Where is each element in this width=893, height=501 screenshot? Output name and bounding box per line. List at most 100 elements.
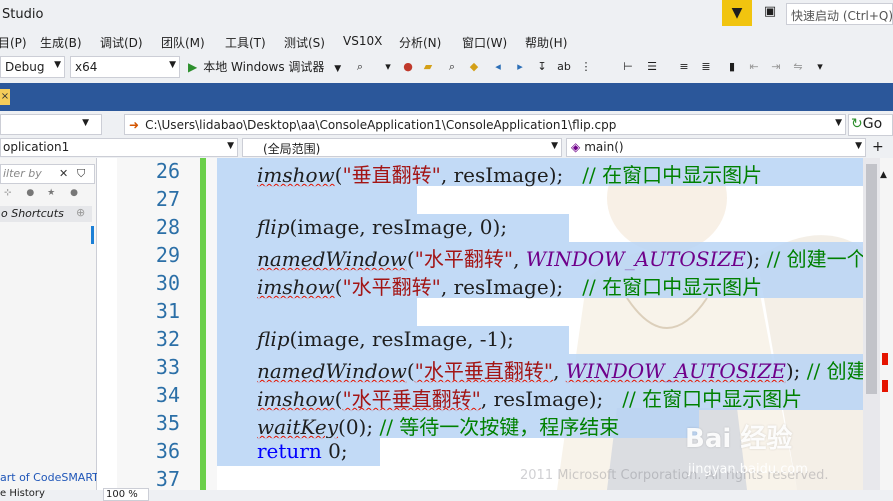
menu-bar: 目(P) 生成(B) 调试(D) 团队(M) 工具(T) 测试(S) VS10X… — [0, 31, 893, 53]
code-line: 33 namedWindow("水平垂直翻转", WINDOW_AUTOSIZE… — [97, 354, 863, 383]
file-path-bar: ▼ ➜ C:\Users\lidabao\Desktop\aa\ConsoleAp… — [0, 112, 893, 138]
shortcuts-header[interactable]: o Shortcuts ⊕ — [0, 206, 92, 222]
funnel-icon[interactable]: ⛉ — [77, 167, 85, 181]
refresh-icon: ↻ — [851, 116, 863, 132]
toolbar-overflow-icon[interactable]: ▾ — [812, 59, 828, 75]
navigate-forward-icon[interactable]: ▸ — [512, 59, 528, 75]
comment-icon[interactable]: ≡ — [676, 59, 692, 75]
menu-item-vs10x[interactable]: VS10X — [343, 34, 382, 48]
line-number: 35 — [155, 411, 180, 435]
menu-item-debug[interactable]: 调试(D) — [100, 34, 143, 51]
menu-item-analyze[interactable]: 分析(N) — [399, 34, 441, 51]
codesmart-link[interactable]: art of CodeSMART — [0, 471, 99, 484]
member-select[interactable]: ◈ main() ▼ — [566, 138, 866, 157]
chevron-up-icon[interactable]: ▲ — [880, 170, 887, 180]
member-value: main() — [584, 140, 624, 154]
file-path-combo[interactable]: ➜ C:\Users\lidabao\Desktop\aa\ConsoleAppl… — [124, 114, 846, 135]
star-icon[interactable]: ★ — [47, 188, 55, 198]
play-icon: ▶ — [188, 60, 198, 74]
menu-item-team[interactable]: 团队(M) — [161, 34, 205, 51]
scroll-map[interactable]: ▲ — [880, 158, 893, 490]
code-line: 32 flip(image, resImage, -1); — [97, 326, 863, 354]
menu-item-window[interactable]: 窗口(W) — [462, 34, 507, 51]
bookmark-icon[interactable]: ◆ — [466, 59, 482, 75]
vertical-scrollbar[interactable] — [863, 158, 880, 490]
error-marker[interactable] — [882, 353, 888, 365]
start-debugging-button[interactable]: ▶ 本地 Windows 调试器 ▼ — [188, 58, 341, 78]
feedback-icon[interactable]: ▣ — [760, 4, 780, 24]
find-icon[interactable]: ⌕ — [352, 59, 368, 75]
bookmark-toggle-icon[interactable]: ▮ — [724, 59, 740, 75]
line-number: 34 — [155, 383, 180, 407]
active-marker — [91, 226, 94, 244]
shortcuts-label: o Shortcuts — [1, 207, 64, 220]
codesmart-panel: ilter by ✕ ⛉ ⊹ ● ★ ● o Shortcuts ⊕ art o… — [0, 158, 99, 500]
clear-icon[interactable]: ✕ — [59, 167, 68, 180]
chevron-down-icon: ▼ — [334, 64, 342, 74]
chevron-down-icon: ▼ — [855, 141, 862, 151]
configuration-select[interactable]: Debug ▼ — [0, 56, 65, 78]
notification-filter-icon[interactable]: ▼ — [722, 0, 752, 26]
menu-item-test[interactable]: 测试(S) — [284, 34, 325, 51]
code-line: 27 — [97, 186, 863, 214]
line-number: 30 — [155, 271, 180, 295]
quick-launch-input[interactable]: 快速启动 (Ctrl+Q) — [786, 3, 893, 25]
outline-icon[interactable]: ⊢ — [620, 59, 636, 75]
code-line: 26 imshow("垂直翻转", resImage); // 在窗口中显示图片 — [97, 158, 863, 187]
code-line: 31 — [97, 298, 863, 326]
navigate-back-icon[interactable]: ◂ — [490, 59, 506, 75]
split-icon[interactable]: + — [872, 139, 884, 155]
uncomment-icon[interactable]: ≣ — [698, 59, 714, 75]
history-tab[interactable]: e History — [0, 488, 45, 499]
scroll-thumb[interactable] — [866, 164, 877, 394]
format-icon[interactable]: ⋮ — [578, 59, 594, 75]
line-number: 37 — [155, 467, 180, 490]
line-number: 36 — [155, 439, 180, 463]
indent-icon[interactable]: ☰ — [644, 59, 660, 75]
project-value: oplication1 — [3, 140, 70, 154]
menu-item-project[interactable]: 目(P) — [0, 34, 27, 51]
dot-icon[interactable]: ● — [70, 188, 78, 198]
go-button[interactable]: ↻Go — [848, 114, 893, 136]
chevron-down-icon: ▼ — [551, 141, 558, 151]
title-bar: Studio ▼ ▣ 快速启动 (Ctrl+Q) — [0, 0, 893, 30]
folder-icon[interactable]: ▰ — [420, 59, 436, 75]
go-label: Go — [862, 116, 883, 132]
baidu-logo-watermark: Bai 经验 — [685, 424, 793, 454]
scope-select[interactable]: (全局范围) ▼ — [242, 138, 562, 157]
filter-input[interactable]: ilter by ✕ ⛉ — [0, 164, 95, 184]
menu-item-build[interactable]: 生成(B) — [40, 34, 82, 51]
line-number: 33 — [155, 355, 180, 379]
zoom-select[interactable]: 100 % — [103, 488, 149, 501]
menu-item-help[interactable]: 帮助(H) — [525, 34, 567, 51]
error-marker[interactable] — [882, 380, 888, 392]
document-tab-strip: × — [0, 83, 893, 111]
search-symbol-icon[interactable]: ⌕ — [444, 59, 460, 75]
chevron-down-icon: ▼ — [54, 60, 61, 70]
line-number: 26 — [155, 159, 180, 183]
clear-bookmarks-icon[interactable]: ⇋ — [790, 59, 806, 75]
code-text: flip(image, resImage, -1); — [257, 327, 514, 351]
code-line: 28 flip(image, resImage, 0); — [97, 214, 863, 242]
abc-icon[interactable]: ab — [556, 59, 572, 75]
code-text: flip(image, resImage, 0); — [257, 215, 508, 239]
dropdown-icon[interactable]: ▾ — [380, 59, 396, 75]
menu-item-tools[interactable]: 工具(T) — [225, 34, 266, 51]
code-text: namedWindow("水平翻转", WINDOW_AUTOSIZE); //… — [257, 247, 863, 271]
chevron-down-icon: ▼ — [227, 141, 234, 151]
add-icon[interactable]: ⊕ — [76, 206, 85, 219]
line-number: 28 — [155, 215, 180, 239]
arrow-right-icon: ➜ — [129, 118, 140, 132]
tree-icon[interactable]: ⊹ — [4, 188, 12, 198]
code-text: namedWindow("水平垂直翻转", WINDOW_AUTOSIZE); … — [257, 359, 863, 383]
project-select[interactable]: oplication1 ▼ — [0, 138, 238, 157]
solution-explorer-combo[interactable]: ▼ — [0, 114, 102, 135]
tab-flip-cpp[interactable]: × — [0, 89, 10, 105]
dot-icon[interactable]: ● — [26, 188, 34, 198]
step-icon[interactable]: ↧ — [534, 59, 550, 75]
platform-select[interactable]: x64 ▼ — [70, 56, 180, 78]
breakpoint-icon[interactable]: ● — [400, 59, 416, 75]
next-bookmark-icon[interactable]: ⇥ — [768, 59, 784, 75]
file-path-text: C:\Users\lidabao\Desktop\aa\ConsoleAppli… — [145, 118, 617, 132]
prev-bookmark-icon[interactable]: ⇤ — [746, 59, 762, 75]
